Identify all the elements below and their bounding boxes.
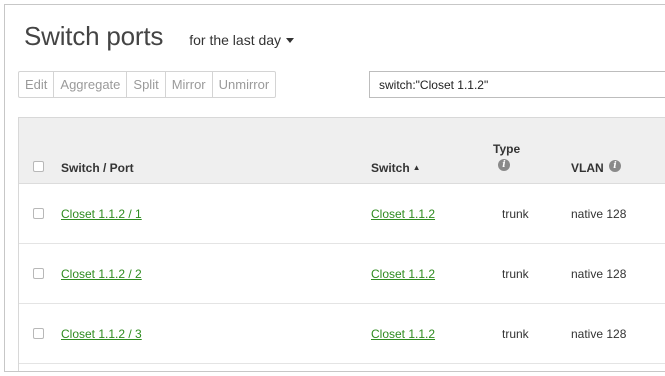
page-title: Switch ports xyxy=(24,21,164,51)
sort-ascending-icon: ▲ xyxy=(412,163,421,172)
switch-port-link[interactable]: Closet 1.1.2 / 1 xyxy=(61,207,142,221)
switch-link[interactable]: Closet 1.1.2 xyxy=(371,267,435,281)
column-header-type[interactable]: Type xyxy=(493,142,520,156)
switch-link[interactable]: Closet 1.1.2 xyxy=(371,327,435,341)
row-checkbox[interactable] xyxy=(33,208,44,219)
search-input[interactable] xyxy=(369,71,665,98)
row-checkbox[interactable] xyxy=(33,328,44,339)
switch-link[interactable]: Closet 1.1.2 xyxy=(371,207,435,221)
table-row[interactable]: Closet 1.1.2 / 2 Closet 1.1.2 trunk nati… xyxy=(19,244,665,304)
type-value: trunk xyxy=(502,327,529,341)
unmirror-button[interactable]: Unmirror xyxy=(212,71,277,98)
switch-port-link[interactable]: Closet 1.1.2 / 3 xyxy=(61,327,142,341)
table-row[interactable]: Closet 1.1.2 / 1 Closet 1.1.2 trunk nati… xyxy=(19,184,665,244)
switch-ports-panel: Switch ports for the last day Edit Aggre… xyxy=(4,4,665,372)
chevron-down-icon xyxy=(286,37,295,43)
column-header-switch-port[interactable]: Switch / Port xyxy=(61,161,134,175)
vlan-value: native 128 xyxy=(571,267,627,281)
timespan-dropdown[interactable]: for the last day xyxy=(189,32,295,48)
timespan-label: for the last day xyxy=(189,32,282,48)
type-value: trunk xyxy=(502,207,529,221)
vlan-value: native 128 xyxy=(571,207,627,221)
select-all-checkbox[interactable] xyxy=(33,161,44,172)
page-header: Switch ports for the last day xyxy=(24,21,295,52)
table-header: Switch / Port Switch ▲ Type i VLAN i xyxy=(19,118,665,184)
split-button[interactable]: Split xyxy=(127,71,166,98)
action-toolbar: Edit Aggregate Split Mirror Unmirror xyxy=(18,71,277,98)
edit-button[interactable]: Edit xyxy=(18,71,55,98)
aggregate-button[interactable]: Aggregate xyxy=(54,71,128,98)
type-value: trunk xyxy=(502,267,529,281)
info-icon[interactable]: i xyxy=(498,159,510,171)
column-header-switch-label: Switch xyxy=(371,161,410,175)
column-header-vlan-label: VLAN xyxy=(571,161,604,175)
row-checkbox[interactable] xyxy=(33,268,44,279)
table-row[interactable]: Closet 1.1.2 / 3 Closet 1.1.2 trunk nati… xyxy=(19,304,665,364)
vlan-value: native 128 xyxy=(571,327,627,341)
column-header-switch[interactable]: Switch ▲ xyxy=(371,161,421,175)
info-icon[interactable]: i xyxy=(609,160,621,172)
mirror-button[interactable]: Mirror xyxy=(165,71,213,98)
switch-ports-table: Switch / Port Switch ▲ Type i VLAN i Clos… xyxy=(18,117,665,371)
switch-port-link[interactable]: Closet 1.1.2 / 2 xyxy=(61,267,142,281)
column-header-vlan[interactable]: VLAN xyxy=(571,161,604,175)
